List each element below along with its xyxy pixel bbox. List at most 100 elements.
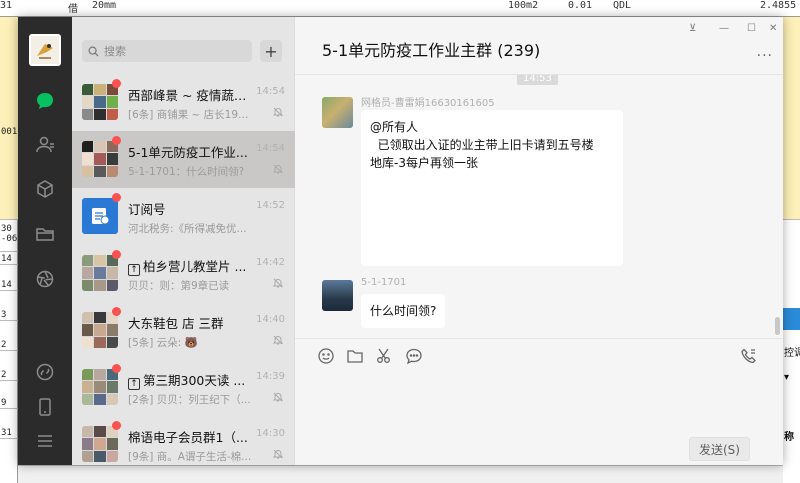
message-input-area[interactable] (315, 372, 765, 432)
maximize-button[interactable]: ☐ (747, 23, 756, 34)
chat-name: ↑ 柏乡营儿教堂片 ... (128, 256, 253, 276)
mute-bell-icon (272, 449, 284, 459)
chat-name-text: 柏乡营儿教堂片 ... (143, 259, 247, 274)
chat-history-icon[interactable] (405, 347, 423, 365)
bg-cell: 3 (0, 310, 18, 321)
spreadsheet-bottom-strip (18, 465, 783, 483)
mute-bell-icon (272, 278, 284, 288)
chat-preview: 河北税务:《所得减免优... (128, 223, 247, 235)
aperture-icon[interactable] (33, 267, 57, 291)
folder-icon[interactable] (346, 347, 364, 365)
subscription-icon (82, 198, 118, 234)
chat-list-item[interactable]: 订阅号 14:52 河北税务:《所得减免优... (72, 188, 295, 245)
unread-dot (112, 421, 121, 430)
message-scrollbar[interactable] (775, 317, 780, 335)
bg-cell: 31 (0, 428, 18, 439)
scissors-icon[interactable] (375, 347, 393, 365)
pin-window-icon[interactable]: ⊻ (689, 23, 696, 34)
message-bubble[interactable]: @所有人 已领取出入证的业主带上旧卡请到五号楼 地库-3每户再领一张 (361, 110, 623, 266)
chat-list-item[interactable]: ↑ 第三期300天读 ... 14:39 [2条] 贝贝：列王纪下（... (72, 359, 295, 416)
search-icon (88, 46, 99, 57)
message-line: 地库-3每户再领一张 (370, 156, 478, 170)
more-options-button[interactable]: ··· (757, 48, 773, 64)
bg-cell: QDL (613, 0, 632, 11)
phone-device-icon[interactable] (33, 395, 57, 419)
bg-cell: 100m2 (508, 0, 539, 11)
chat-name-text: 第三期300天读 ... (143, 373, 246, 388)
chat-list-item[interactable]: 棉语电子会员群1（... 14:30 [9条] 商。A谓子生活-棉... (72, 416, 295, 465)
mute-bell-icon (272, 392, 284, 402)
chat-preview: [5条] 云朵: 🐻 (128, 337, 198, 349)
link-icon[interactable] (33, 360, 57, 384)
close-button[interactable]: ✕ (769, 23, 777, 34)
contacts-icon[interactable] (33, 133, 57, 157)
bg-cell: 2.4855 (760, 0, 797, 11)
chat-name: 棉语电子会员群1（... (128, 430, 248, 445)
wechat-window: + 西部峰景 ~ 疫情蔬菜... 14:54 [6条] 商铺果 ~ 店长1993… (18, 17, 783, 465)
bg-cell: 14 (0, 280, 18, 291)
chat-list-item[interactable]: 大东鞋包 店 三群 14:40 [5条] 云朵: 🐻 (72, 302, 295, 359)
chat-name: 订阅号 (128, 202, 166, 217)
sender-avatar[interactable] (322, 97, 353, 128)
chat-time: 14:54 (256, 143, 285, 154)
group-avatar (82, 255, 118, 291)
group-avatar (82, 369, 118, 405)
bird-avatar-icon (31, 36, 59, 64)
group-avatar (82, 312, 118, 348)
chat-preview: 贝贝：则：第9章已读 (128, 280, 230, 292)
sender-avatar[interactable] (322, 280, 353, 311)
chat-name: ↑ 第三期300天读 ... (128, 370, 253, 390)
sender-name: 网格员-曹雷娟16630161605 (361, 98, 495, 109)
chat-name: 西部峰景 ~ 疫情蔬菜... (128, 88, 253, 103)
bg-cell: 2 (0, 340, 18, 351)
folder-icon[interactable] (33, 222, 57, 246)
send-button[interactable]: 发送(S) (689, 437, 750, 461)
sender-name: 5-1-1701 (361, 277, 407, 288)
add-button[interactable]: + (260, 40, 282, 62)
message-line: 已领取出入证的业主带上旧卡请到五号楼 (370, 138, 594, 152)
chat-list-item[interactable]: 西部峰景 ~ 疫情蔬菜... 14:54 [6条] 商铺果 ~ 店长1993..… (72, 74, 295, 131)
bg-cell: 31 (0, 0, 13, 11)
mute-bell-icon (272, 164, 284, 174)
bg-cell: 控调 (784, 348, 800, 359)
emoji-icon[interactable] (317, 347, 335, 365)
bg-cell: ▾ (784, 372, 790, 383)
message-list: 14:53 网格员-曹雷娟16630161605 @所有人 已领取出入证的业主带… (295, 75, 783, 338)
conversation-panel: 5-1单元防疫工作业主群 (239) ⊻ — ☐ ✕ ··· 14:53 网格员… (295, 17, 783, 465)
mute-bell-icon (272, 107, 284, 117)
search-input[interactable] (104, 44, 244, 58)
chat-preview: 5-1-1701：什么时间领? (128, 166, 245, 178)
chat-list-item[interactable]: ↑ 柏乡营儿教堂片 ... 14:42 贝贝：则：第9章已读 (72, 245, 295, 302)
menu-icon[interactable] (33, 429, 57, 453)
nav-sidebar (18, 17, 72, 465)
chat-time: 14:42 (256, 257, 285, 268)
bg-blue-cell (783, 308, 800, 330)
spreadsheet-right-panel: 控调 ▾ 称 (783, 220, 800, 483)
message-line: 什么时间领? (370, 304, 437, 318)
voice-call-icon[interactable] (740, 347, 758, 365)
bg-cell: 0.01 (568, 0, 593, 11)
chat-list-panel: + 西部峰景 ~ 疫情蔬菜... 14:54 [6条] 商铺果 ~ 店长1993… (72, 17, 295, 465)
group-avatar (82, 426, 118, 462)
chat-name: 5-1单元防疫工作业... (128, 145, 248, 160)
my-avatar[interactable] (29, 34, 61, 66)
spreadsheet-top-row: 31 借 20mm 100m2 0.01 QDL 2.4855 (0, 0, 800, 17)
conversation-title: 5-1单元防疫工作业主群 (239) (322, 41, 541, 60)
chat-time: 14:39 (256, 371, 285, 382)
bg-cell: 14 (0, 254, 18, 265)
unread-dot (112, 79, 121, 88)
pin-icon: ↑ (128, 378, 140, 390)
bg-cell: 借 (68, 4, 78, 15)
search-box[interactable] (82, 40, 252, 62)
group-avatar (82, 141, 118, 177)
message-line: @所有人 (370, 120, 419, 134)
minimize-button[interactable]: — (719, 23, 729, 34)
message-timestamp: 14:53 (517, 75, 558, 85)
chat-nav-icon[interactable] (33, 89, 57, 113)
mute-bell-icon (272, 335, 284, 345)
spreadsheet-left-column: 30 -063 14 14 3 2 2 9 31 (0, 220, 18, 483)
message-bubble[interactable]: 什么时间领? (361, 294, 446, 328)
chat-list-item-active[interactable]: 5-1单元防疫工作业... 14:54 5-1-1701：什么时间领? (72, 131, 295, 188)
bg-cell: 称 (784, 432, 794, 443)
cube-icon[interactable] (33, 177, 57, 201)
